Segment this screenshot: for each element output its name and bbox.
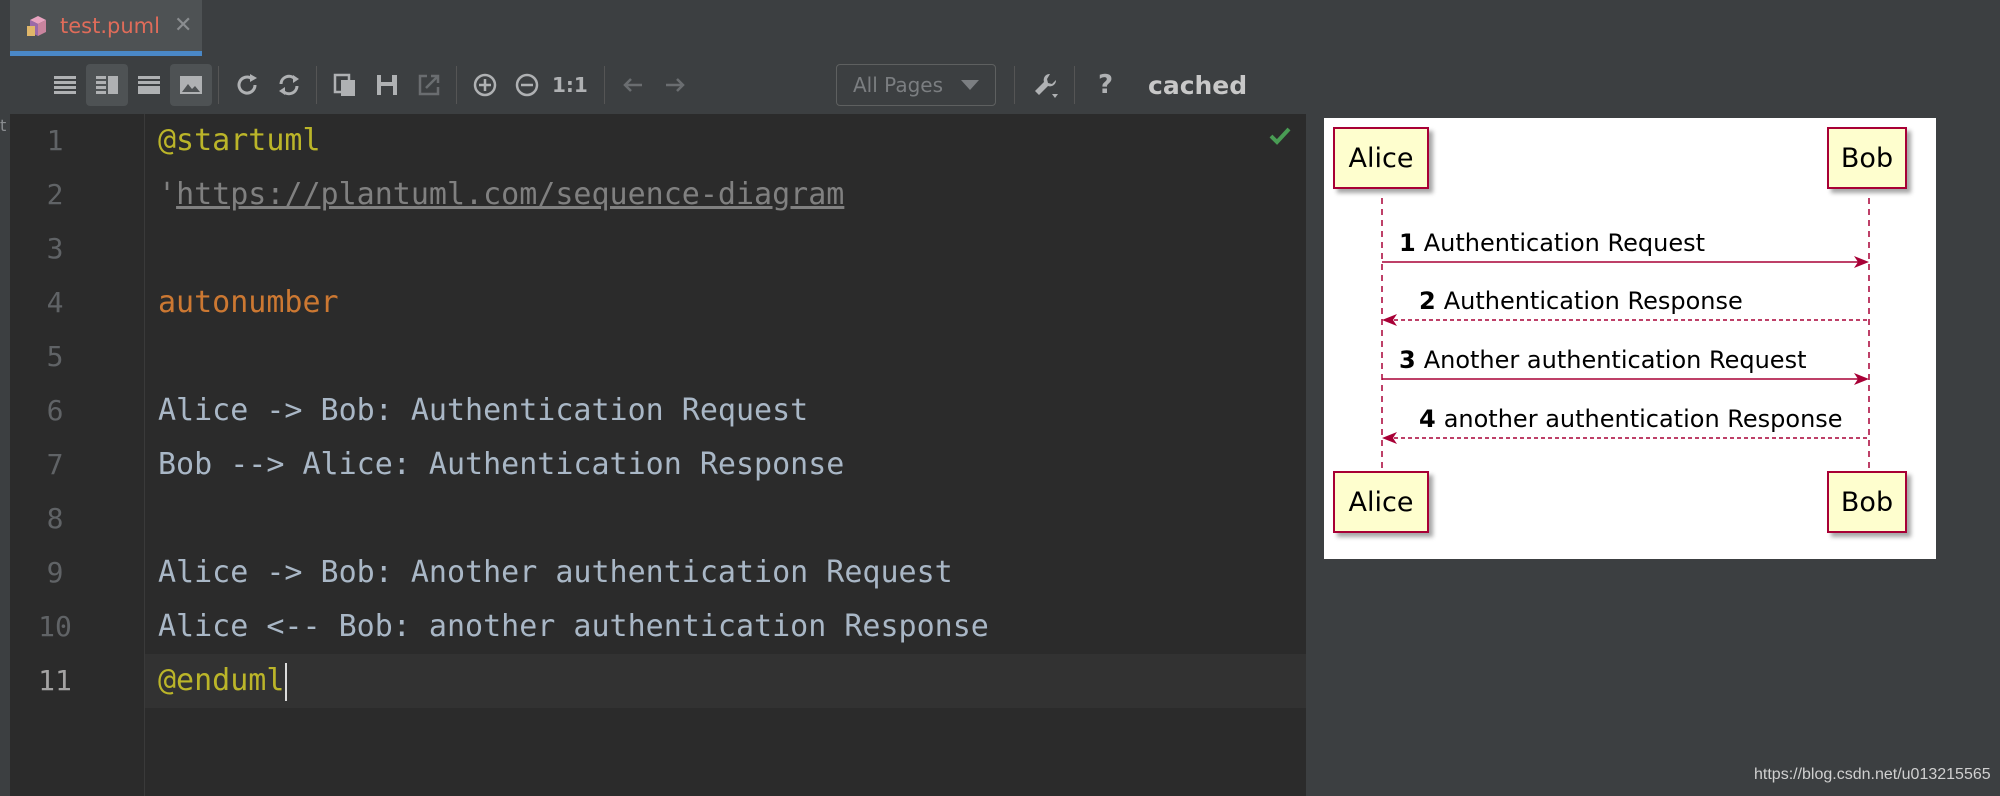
comment-url-link[interactable]: https://plantuml.com/sequence-diagram (176, 177, 844, 212)
arrow-right-icon (666, 78, 685, 92)
arrow-left-icon (623, 78, 642, 92)
settings-button[interactable] (1024, 64, 1066, 106)
horizontal-split-button[interactable] (128, 64, 170, 106)
message-1-text: Authentication Request (1424, 229, 1705, 257)
plantuml-toolbar: 1:1 All Pages ? cached (10, 56, 2000, 114)
svg-text:3Another authentication Reques: 3 Another authentication Request (1399, 346, 1806, 374)
preview-only-button[interactable] (170, 64, 212, 106)
previous-page-button[interactable] (612, 64, 654, 106)
line-number: 2 (46, 178, 64, 211)
line-number: 9 (46, 556, 64, 589)
sequence-diagram: Alice Bob 1 Authentication Request 2 Authe… (1324, 118, 1936, 559)
split-view-icon (96, 76, 118, 94)
comment-marker: ' (158, 177, 177, 212)
refresh-icon (237, 74, 257, 95)
message-2-number: 2 (1419, 287, 1436, 315)
line-number-current: 11 (38, 664, 72, 697)
external-link-icon (418, 74, 440, 96)
split-view-button[interactable] (86, 64, 128, 106)
zoom-in-button[interactable] (464, 64, 506, 106)
line-number: 3 (46, 232, 64, 265)
svg-text:1Authentication Request: 1 Authentication Request (1399, 229, 1705, 257)
code-editor[interactable]: 1 2 3 4 5 6 7 8 9 10 11 @startuml 'https… (10, 114, 1306, 796)
code-line-6: Alice -> Bob: Authentication Request (158, 393, 809, 428)
line-number-gutter: 1 2 3 4 5 6 7 8 9 10 11 (10, 114, 145, 796)
message-3-text: Another authentication Request (1424, 346, 1807, 374)
line-number: 4 (46, 286, 64, 319)
help-button[interactable]: ? (1098, 64, 1113, 106)
zoom-out-icon (515, 73, 539, 97)
message-2-text: Authentication Response (1444, 287, 1743, 315)
image-icon (180, 76, 202, 94)
participant-alice-label-bottom: Alice (1349, 487, 1414, 518)
save-button[interactable] (366, 64, 408, 106)
puml-file-icon (27, 15, 46, 36)
code-line-7: Bob --> Alice: Authentication Response (158, 447, 845, 482)
wrench-icon (1035, 73, 1058, 98)
tab-test-puml[interactable]: test.puml ✕ (10, 0, 202, 56)
zoom-in-icon (473, 73, 497, 97)
close-icon[interactable]: ✕ (174, 13, 192, 38)
svg-text:2Authentication Response: 2 Authentication Response (1419, 287, 1743, 315)
pages-select[interactable]: All Pages (836, 64, 996, 106)
editor-tab-bar: test.puml ✕ (0, 0, 2000, 57)
text-cursor (285, 662, 288, 701)
watermark-text: https://blog.csdn.net/u013215565 (1754, 766, 1991, 783)
code-line-4: autonumber (158, 285, 339, 320)
sync-icon (279, 74, 299, 96)
message-1-number: 1 (1399, 229, 1416, 257)
copy-icon (333, 73, 355, 96)
next-page-button[interactable] (654, 64, 696, 106)
editor-only-icon (54, 76, 76, 94)
save-icon (377, 75, 397, 95)
line-number: 8 (46, 502, 64, 535)
horizontal-split-icon (138, 76, 160, 94)
participant-bob-label: Bob (1841, 143, 1893, 174)
code-line-2: 'https://plantuml.com/sequence-diagram (158, 168, 844, 222)
line-number: 5 (46, 340, 64, 373)
chevron-down-icon (961, 80, 979, 90)
cache-status: cached (1148, 70, 1248, 100)
line-number: 1 (46, 124, 64, 157)
participant-bob-label-bottom: Bob (1841, 487, 1893, 518)
message-4-number: 4 (1419, 405, 1436, 433)
copy-button[interactable] (324, 64, 366, 106)
strip-letter: t (0, 116, 7, 135)
line-number: 6 (46, 394, 64, 427)
enduml-keyword: @enduml (158, 663, 285, 698)
code-line-10: Alice <-- Bob: another authentication Re… (158, 609, 989, 644)
refresh-button[interactable] (226, 64, 268, 106)
editor-only-button[interactable] (44, 64, 86, 106)
code-line-11: @enduml (158, 654, 288, 708)
reload-button[interactable] (268, 64, 310, 106)
line-number: 7 (46, 448, 64, 481)
code-line-1: @startuml (158, 123, 321, 158)
svg-text:4another authentication Respon: 4 another authentication Response (1419, 405, 1843, 433)
sequence-diagram-svg: Alice Bob 1 Authentication Request 2 Authe… (1333, 127, 1907, 533)
tab-label: test.puml (60, 13, 160, 38)
left-tool-strip: t (0, 56, 10, 796)
zoom-out-button[interactable] (506, 64, 548, 106)
participant-alice-label: Alice (1349, 143, 1414, 174)
check-icon (1269, 127, 1291, 145)
pages-select-value: All Pages (853, 73, 943, 97)
code-line-9: Alice -> Bob: Another authentication Req… (158, 555, 953, 590)
actual-size-button[interactable]: 1:1 (552, 64, 588, 106)
line-number: 10 (38, 610, 72, 643)
open-external-button[interactable] (408, 64, 450, 106)
message-4-text: another authentication Response (1444, 405, 1843, 433)
message-3-number: 3 (1399, 346, 1416, 374)
